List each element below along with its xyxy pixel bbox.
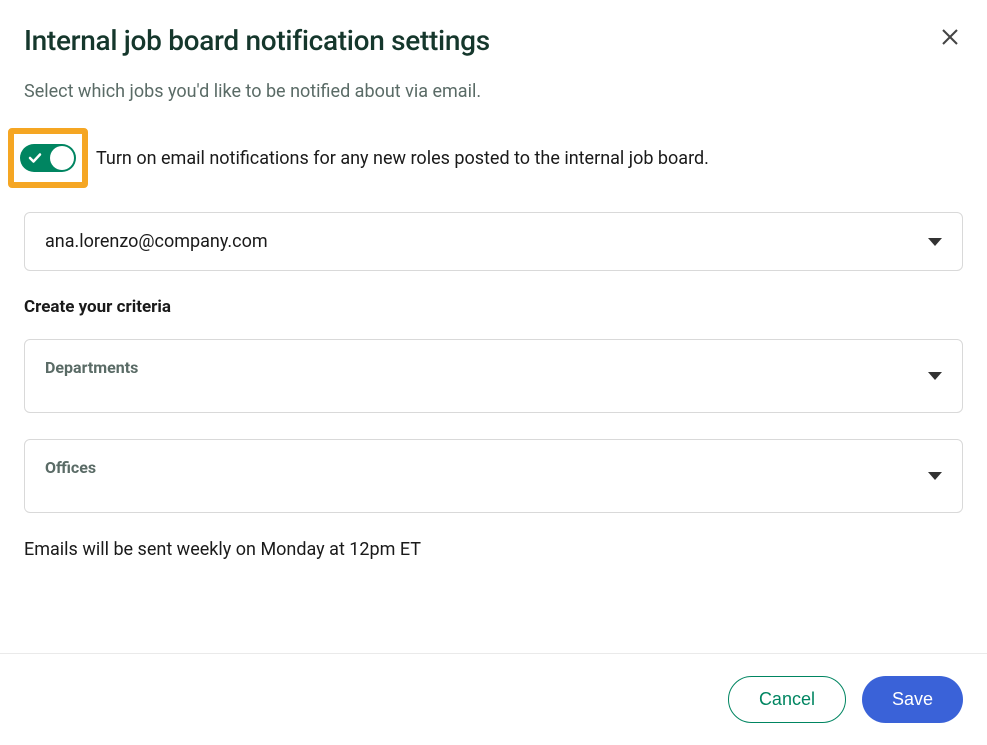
checkmark-icon bbox=[28, 151, 42, 165]
notifications-toggle[interactable] bbox=[20, 144, 76, 172]
email-select[interactable]: ana.lorenzo@company.com bbox=[24, 212, 963, 271]
caret-down-icon bbox=[928, 372, 942, 380]
settings-dialog: Internal job board notification settings… bbox=[0, 0, 987, 560]
criteria-heading: Create your criteria bbox=[24, 297, 963, 317]
toggle-highlight-box bbox=[8, 128, 88, 188]
cancel-button[interactable]: Cancel bbox=[728, 676, 846, 723]
close-button[interactable] bbox=[937, 24, 963, 53]
departments-select[interactable]: Departments bbox=[24, 339, 963, 413]
dialog-footer: Cancel Save bbox=[0, 653, 987, 745]
dialog-description: Select which jobs you'd like to be notif… bbox=[24, 81, 963, 102]
close-icon bbox=[941, 28, 959, 49]
caret-down-icon bbox=[928, 238, 942, 246]
offices-label: Offices bbox=[45, 458, 96, 477]
toggle-row: Turn on email notifications for any new … bbox=[8, 128, 963, 188]
offices-select[interactable]: Offices bbox=[24, 439, 963, 513]
toggle-label: Turn on email notifications for any new … bbox=[96, 148, 709, 169]
schedule-info: Emails will be sent weekly on Monday at … bbox=[24, 539, 963, 560]
dialog-title: Internal job board notification settings bbox=[24, 24, 490, 57]
email-select-value: ana.lorenzo@company.com bbox=[45, 231, 268, 252]
dialog-header: Internal job board notification settings bbox=[24, 24, 963, 57]
caret-down-icon bbox=[928, 472, 942, 480]
save-button[interactable]: Save bbox=[862, 676, 963, 723]
departments-label: Departments bbox=[45, 358, 138, 377]
toggle-knob bbox=[50, 146, 74, 170]
